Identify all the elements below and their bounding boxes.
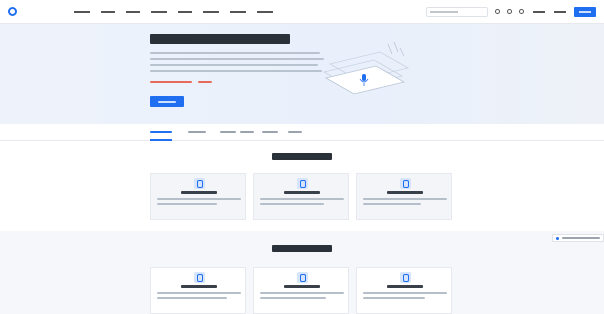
feature-card[interactable] bbox=[356, 173, 452, 220]
nav-item[interactable] bbox=[203, 10, 219, 13]
hero-illustration bbox=[322, 41, 410, 95]
console-button[interactable] bbox=[574, 6, 596, 17]
user-icon[interactable] bbox=[507, 9, 512, 14]
hero-link[interactable] bbox=[150, 81, 192, 83]
feature-card-text bbox=[157, 198, 241, 200]
product-tabs bbox=[0, 124, 604, 141]
hero-description-line bbox=[150, 64, 318, 66]
hero-link[interactable] bbox=[198, 81, 212, 83]
speaker-icon bbox=[194, 272, 205, 283]
nav-item[interactable] bbox=[74, 10, 90, 13]
nav-item[interactable] bbox=[230, 10, 246, 13]
site-logo[interactable] bbox=[8, 7, 60, 16]
top-navigation-bar bbox=[0, 0, 604, 24]
search-placeholder bbox=[430, 10, 458, 13]
feature-card-text bbox=[260, 297, 326, 299]
buy-now-button[interactable] bbox=[150, 96, 184, 107]
main-nav bbox=[74, 10, 273, 13]
microphone-icon bbox=[297, 178, 308, 189]
feature-card-text bbox=[363, 292, 447, 294]
feature-card-title bbox=[181, 285, 217, 288]
microphone-icon bbox=[400, 178, 411, 189]
feature-card-text bbox=[157, 203, 217, 205]
hero-links bbox=[150, 81, 212, 83]
contact-label bbox=[562, 237, 600, 239]
nav-item[interactable] bbox=[151, 10, 167, 13]
top-link[interactable] bbox=[533, 10, 545, 13]
microphone-icon bbox=[194, 178, 205, 189]
feature-card-title bbox=[284, 285, 320, 288]
recognition-section bbox=[0, 141, 604, 231]
feature-card[interactable] bbox=[253, 267, 349, 314]
feature-card-text bbox=[157, 292, 241, 294]
hero-description-line bbox=[150, 52, 320, 54]
synthesis-section-title bbox=[272, 245, 332, 252]
help-icon[interactable] bbox=[519, 9, 524, 14]
tab-item[interactable] bbox=[188, 131, 206, 133]
hero-banner bbox=[0, 24, 604, 124]
speaker-icon bbox=[297, 272, 308, 283]
synthesis-section bbox=[0, 231, 604, 314]
speaker-icon bbox=[400, 272, 411, 283]
nav-item[interactable] bbox=[101, 10, 115, 13]
feature-card[interactable] bbox=[253, 173, 349, 220]
feature-card[interactable] bbox=[150, 173, 246, 220]
feature-card-text bbox=[260, 203, 324, 205]
hero-description-line bbox=[150, 70, 322, 72]
floating-contact-widget[interactable] bbox=[552, 234, 604, 242]
hero-title bbox=[150, 34, 290, 44]
search-icon[interactable] bbox=[495, 9, 500, 14]
logo-ring-icon bbox=[8, 7, 17, 16]
feature-card-title bbox=[387, 191, 423, 194]
feature-card-title bbox=[181, 191, 217, 194]
feature-card-text bbox=[363, 203, 421, 205]
nav-item[interactable] bbox=[257, 10, 273, 13]
feature-card-text bbox=[260, 292, 344, 294]
feature-card[interactable] bbox=[356, 267, 452, 314]
tab-item[interactable] bbox=[262, 131, 278, 133]
nav-item[interactable] bbox=[178, 10, 192, 13]
tab-item[interactable] bbox=[150, 131, 172, 133]
feature-card-text bbox=[363, 198, 447, 200]
recognition-section-title bbox=[272, 153, 332, 160]
contact-icon bbox=[556, 236, 559, 240]
feature-card-title bbox=[284, 191, 320, 194]
search-input[interactable] bbox=[426, 6, 488, 17]
tab-item[interactable] bbox=[240, 131, 254, 133]
tab-item[interactable] bbox=[220, 131, 236, 133]
hero-description-line bbox=[150, 58, 324, 60]
feature-card-text bbox=[260, 198, 344, 200]
feature-card-title bbox=[387, 285, 423, 288]
feature-card-text bbox=[363, 297, 425, 299]
top-link[interactable] bbox=[554, 10, 566, 13]
nav-item[interactable] bbox=[126, 10, 140, 13]
feature-card-text bbox=[157, 297, 227, 299]
tab-item[interactable] bbox=[288, 131, 302, 133]
feature-card[interactable] bbox=[150, 267, 246, 314]
